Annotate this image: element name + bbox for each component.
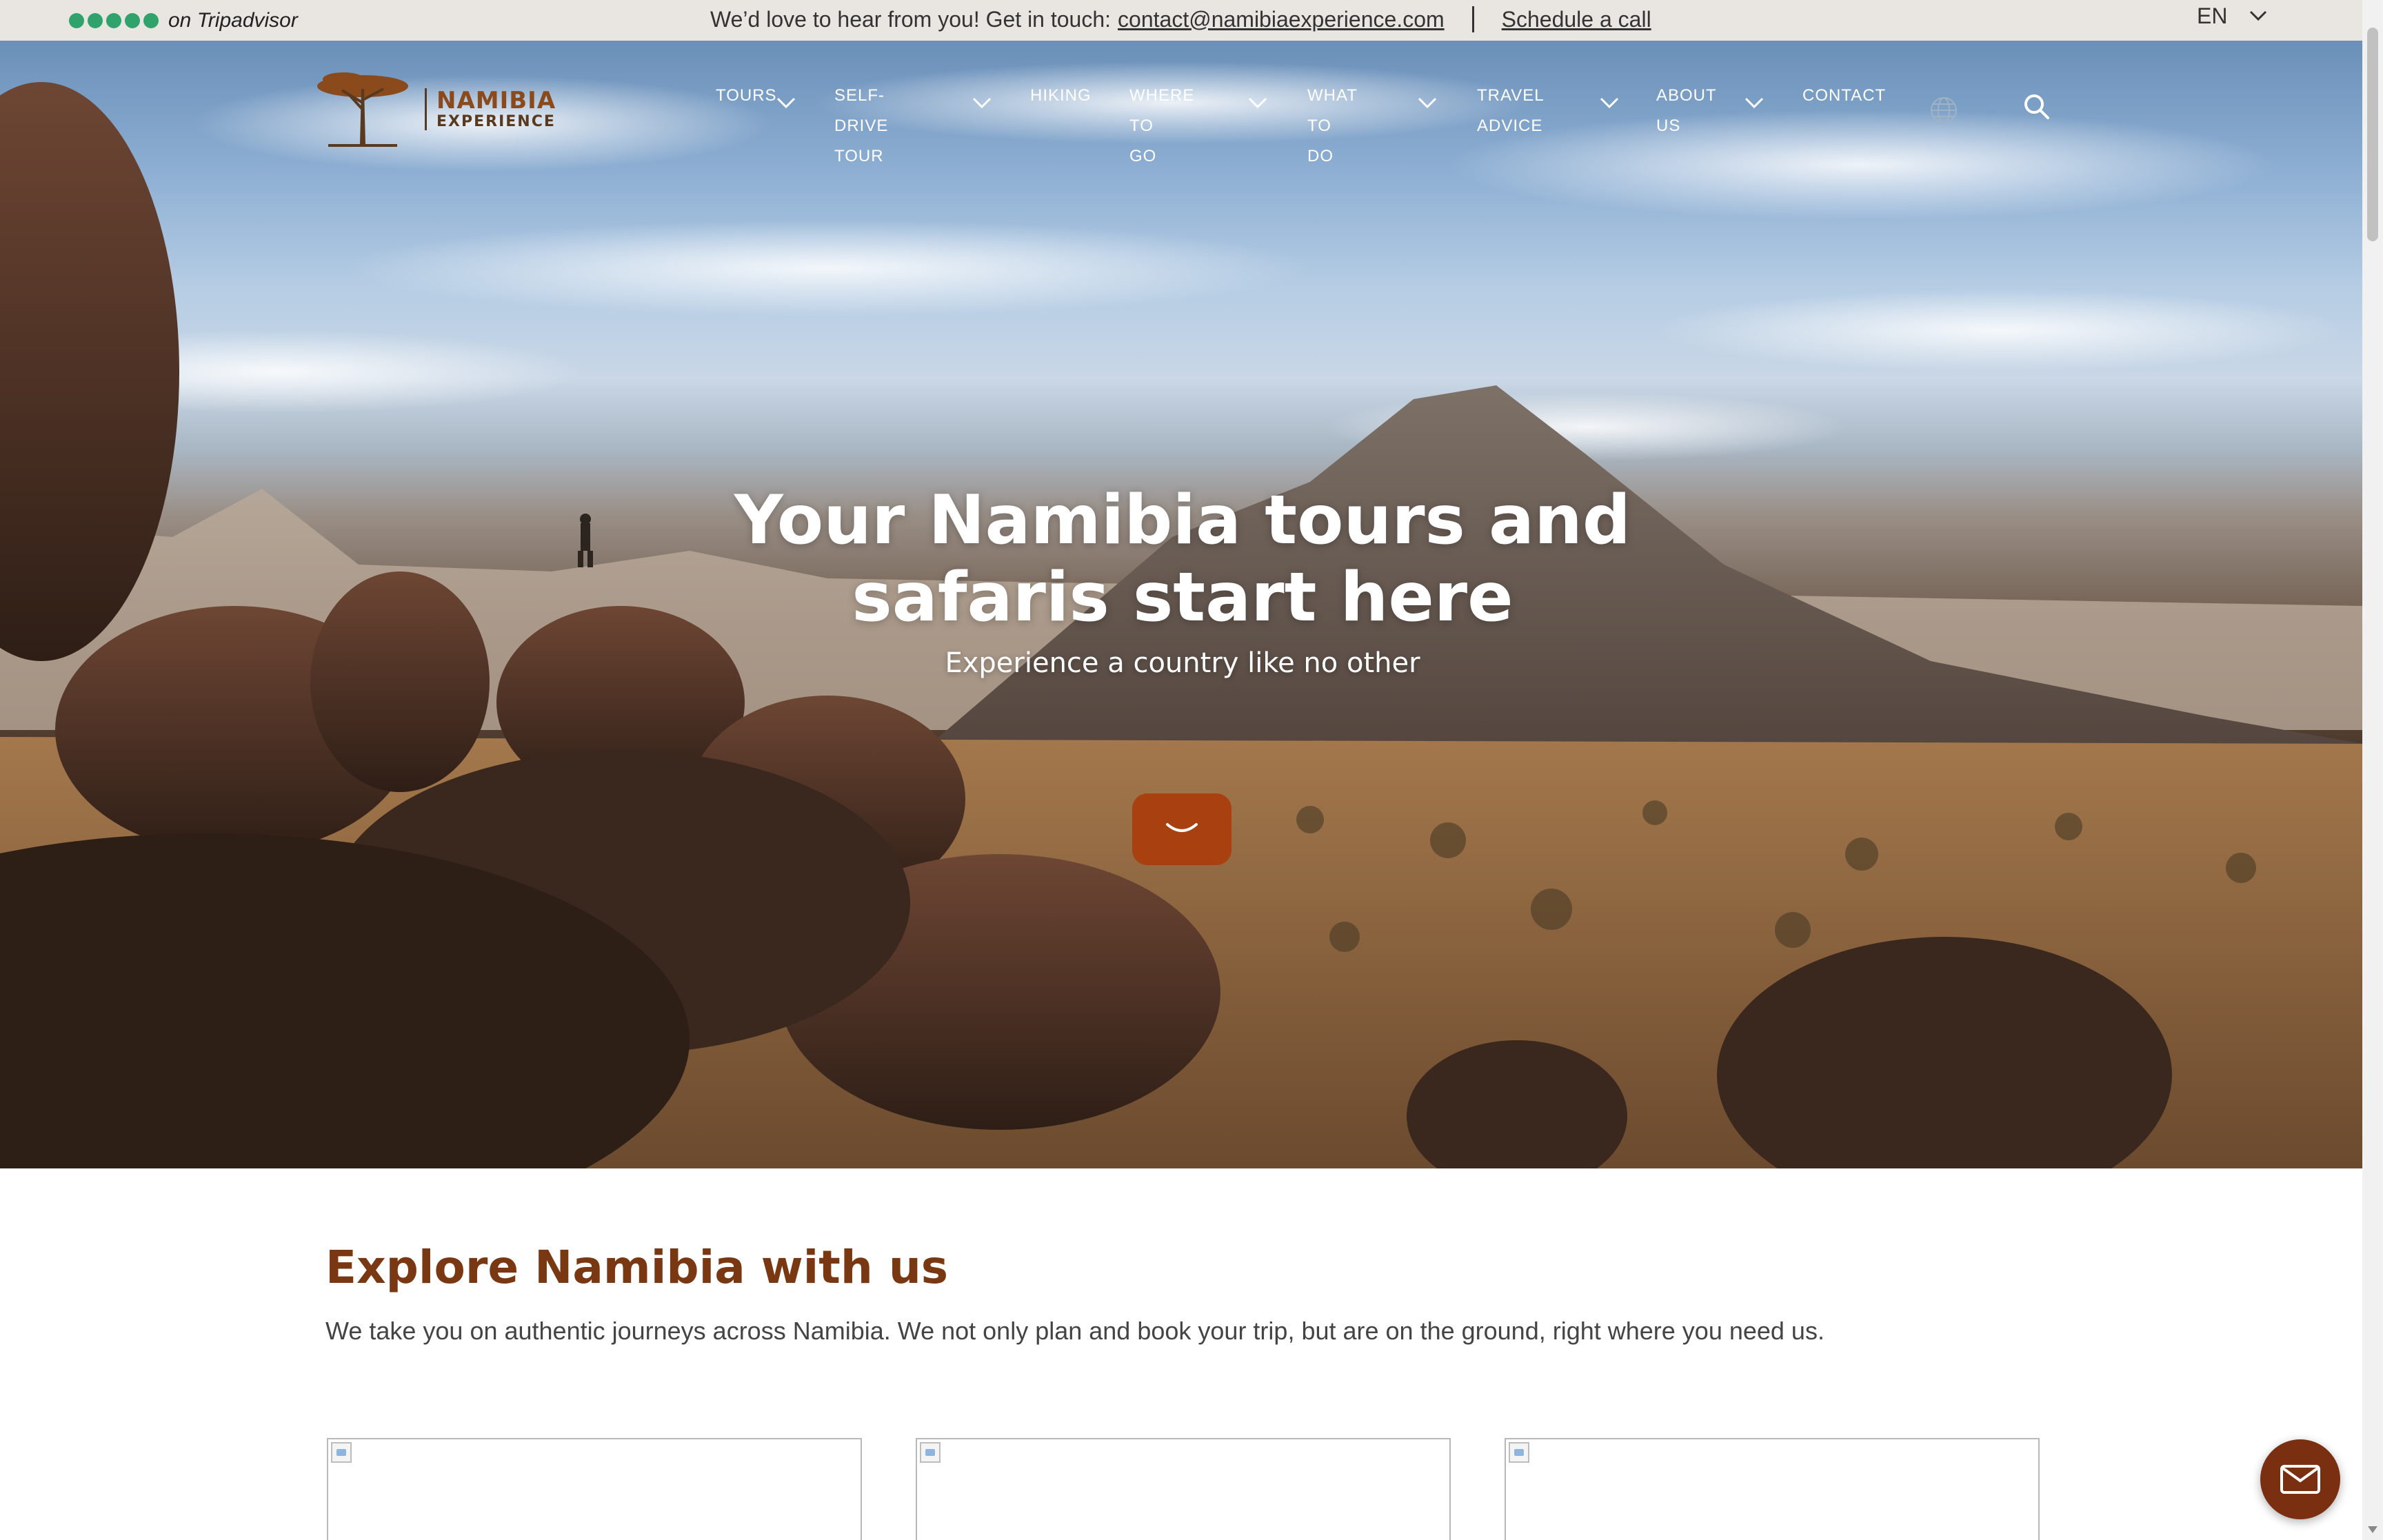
scroll-down-button[interactable] [1132, 793, 1231, 865]
chevron-down-icon [1248, 89, 1267, 119]
scroll-down-arrow-icon[interactable] [2368, 1526, 2377, 1533]
nav-what-to-do[interactable]: WHAT TO DO [1307, 81, 1437, 172]
nav-self-drive-label: SELF-DRIVE TOUR [834, 86, 889, 165]
chevron-down-icon [1418, 89, 1437, 119]
hero-title: Your Namibia tours and safaris start her… [734, 481, 1631, 637]
site-logo[interactable]: NAMIBIA EXPERIENCE [314, 68, 556, 150]
rating-dots-icon [69, 13, 159, 28]
logo-subtitle: EXPERIENCE [436, 112, 556, 130]
contact-message: We’d love to hear from you! Get in touch… [710, 0, 1651, 39]
top-bar: on Tripadvisor We’d love to hear from yo… [0, 0, 2362, 41]
rating-text: on Tripadvisor [168, 9, 298, 32]
hero-section: NAMIBIA EXPERIENCE TOURS SELF-DRIVE TOUR… [0, 41, 2362, 1168]
chevron-down-icon [2250, 10, 2267, 21]
broken-image-icon [331, 1442, 352, 1463]
hero-subtitle: Experience a country like no other [945, 647, 1420, 679]
language-selector[interactable]: EN [2197, 0, 2267, 32]
nav-hiking[interactable]: HIKING [1030, 81, 1092, 111]
broken-image-icon [920, 1442, 941, 1463]
chevron-down-icon [1600, 89, 1619, 119]
nav-travel-advice-label: TRAVEL ADVICE [1477, 86, 1545, 135]
chevron-down-icon [972, 89, 992, 119]
chevron-down-icon [1166, 823, 1198, 832]
logo-title: NAMIBIA [436, 86, 556, 114]
tour-card[interactable] [1505, 1438, 2040, 1540]
acacia-tree-icon [317, 72, 408, 147]
nav-hiking-label: HIKING [1030, 86, 1092, 105]
nav-contact-label: CONTACT [1802, 86, 1887, 105]
nav-tours-label: TOURS [716, 86, 777, 105]
nav-about-us[interactable]: ABOUT US [1656, 81, 1764, 141]
tour-card[interactable] [327, 1438, 862, 1540]
tour-card[interactable] [916, 1438, 1451, 1540]
nav-where-to-go[interactable]: WHERE TO GO [1129, 81, 1267, 172]
nav-travel-advice[interactable]: TRAVEL ADVICE [1477, 81, 1619, 141]
chevron-down-icon [1744, 89, 1764, 119]
section-description: We take you on authentic journeys across… [325, 1317, 1824, 1345]
contact-mail-button[interactable] [2260, 1439, 2340, 1519]
globe-icon[interactable] [1929, 96, 1958, 125]
schedule-call-link[interactable]: Schedule a call [1502, 7, 1651, 32]
page-scrollbar[interactable] [2362, 0, 2383, 1540]
tripadvisor-rating[interactable]: on Tripadvisor [69, 3, 298, 38]
nav-self-drive-tour[interactable]: SELF-DRIVE TOUR [834, 81, 992, 172]
section-title: Explore Namibia with us [325, 1241, 949, 1294]
divider [1471, 6, 1474, 32]
contact-email-link[interactable]: contact@namibiaexperience.com [1118, 7, 1445, 32]
search-icon[interactable] [2023, 93, 2051, 121]
scrollbar-thumb[interactable] [2367, 28, 2378, 241]
nav-about-us-label: ABOUT US [1656, 86, 1717, 135]
language-label: EN [2197, 3, 2228, 28]
mail-icon [2280, 1465, 2320, 1494]
nav-what-to-do-label: WHAT TO DO [1307, 86, 1358, 165]
chevron-down-icon [776, 89, 796, 119]
nav-where-to-go-label: WHERE TO GO [1129, 86, 1195, 165]
nav-tours[interactable]: TOURS [716, 81, 796, 111]
contact-message-text: We’d love to hear from you! Get in touch… [710, 6, 1112, 32]
nav-contact[interactable]: CONTACT [1802, 81, 1886, 111]
broken-image-icon [1509, 1442, 1529, 1463]
